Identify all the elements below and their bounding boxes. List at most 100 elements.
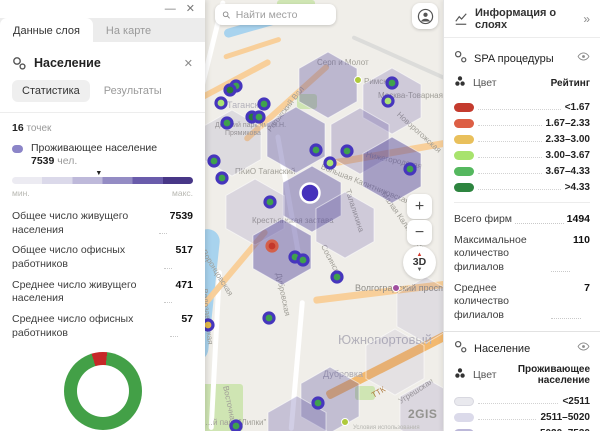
map-point[interactable] [231, 421, 241, 431]
color-label: Цвет [473, 369, 497, 381]
stat-value: 57 [181, 313, 193, 325]
legend-row: 3.00–3.67 [454, 150, 590, 161]
map-point[interactable] [205, 320, 213, 330]
stat-row: Общее число офисных работников517 [12, 244, 193, 271]
subtab-statistics[interactable]: Статистика [12, 80, 90, 102]
layer-cluster-icon [454, 50, 467, 68]
search-icon [222, 10, 231, 20]
stat-label: Среднее число офисных работников [12, 313, 167, 340]
stat-label: Максимальное количество филиалов [454, 234, 548, 275]
minimize-icon[interactable]: — [165, 4, 176, 15]
map-point[interactable] [383, 96, 393, 106]
color-palette-icon [454, 74, 466, 92]
legend-row: <2511 [454, 396, 590, 407]
map-pin[interactable] [301, 184, 320, 203]
map-attribution[interactable]: Условия использования [353, 425, 420, 431]
layer-close-icon[interactable]: ✕ [184, 57, 193, 70]
legend-range-label: 1.67–2.33 [546, 118, 591, 129]
population-donut-chart [64, 352, 142, 430]
close-icon[interactable]: ✕ [186, 4, 195, 15]
map-point[interactable] [298, 255, 308, 265]
stat-value: 1494 [567, 213, 590, 225]
visibility-eye-icon[interactable] [577, 50, 590, 68]
map-point[interactable] [225, 85, 235, 95]
chart-line-icon [454, 12, 468, 26]
layer-section-title: SPA процедуры [474, 53, 570, 65]
collapse-panel-icon[interactable]: » [583, 12, 590, 26]
hex-cell[interactable] [299, 52, 357, 118]
color-label: Цвет [473, 77, 544, 89]
scale-labels: мин.макс. [12, 188, 193, 198]
map-point[interactable] [387, 78, 397, 88]
hex-cell[interactable] [397, 277, 443, 343]
scale-marker[interactable]: ▼ [95, 170, 102, 177]
stat-value: 7539 [170, 210, 193, 222]
population-stats-list: Общее число живущего населения 7539 Общее … [12, 210, 193, 340]
stat-value: 110 [573, 234, 590, 246]
layer-section-header: Население [454, 340, 590, 358]
legend-range-label: <2511 [562, 396, 590, 407]
legend-swatch [454, 167, 474, 176]
map-canvas[interactable]: Серп и МолотРимскаяМосква-ТоварнаяНоворо… [205, 0, 443, 431]
legend-row: 3.67–4.33 [454, 166, 590, 177]
map-point[interactable] [217, 173, 227, 183]
profile-button[interactable] [412, 3, 438, 29]
subtab-results[interactable]: Результаты [104, 85, 162, 97]
dotted-leader [515, 223, 564, 224]
zoom-out-button[interactable]: − [407, 220, 432, 245]
legend-row: 2511–5020 [454, 412, 590, 423]
dotted-leader [478, 141, 542, 142]
stat-label: Общее число офисных работников [12, 244, 161, 271]
zoom-in-button[interactable]: + [407, 194, 432, 219]
stat-label: Среднее количество филиалов [454, 282, 548, 323]
metro-icon [393, 285, 400, 292]
search-input[interactable] [236, 9, 329, 21]
map-point[interactable] [216, 98, 226, 108]
stat-row: Максимальное количество филиалов 110 [454, 234, 590, 275]
legend-range-label: 2511–5020 [540, 412, 590, 423]
stat-label: Всего фирм [454, 213, 512, 227]
hex-cell[interactable] [366, 329, 424, 395]
points-count: 16 точек [12, 122, 193, 134]
color-scale[interactable]: ▼ мин.макс. [12, 177, 193, 198]
map-point[interactable] [209, 156, 219, 166]
map-point[interactable] [342, 146, 352, 156]
south-indicator: ▼ [417, 268, 423, 272]
stat-row: Среднее число офисных работников 57 [12, 313, 193, 340]
layer-cluster-icon [454, 340, 467, 358]
map-point[interactable] [264, 313, 274, 323]
legend-swatch [454, 135, 474, 144]
map-point[interactable] [254, 112, 264, 122]
map-point[interactable] [332, 272, 342, 282]
user-icon [417, 8, 434, 25]
map-point[interactable] [311, 145, 321, 155]
map-point[interactable] [222, 118, 232, 128]
map-point[interactable] [405, 164, 415, 174]
map-point[interactable] [313, 398, 323, 408]
legend-swatch [454, 413, 474, 422]
legend-range-label: >4.33 [565, 182, 590, 193]
legend-range-label: <1.67 [565, 102, 590, 113]
color-mapping-row: ЦветРейтинг [454, 74, 590, 92]
dotted-leader [478, 109, 561, 110]
dotted-leader [551, 318, 581, 319]
scale-gradient-bar [12, 177, 193, 184]
tab-on-map[interactable]: На карте [93, 18, 164, 42]
panel-titlebar: — ✕ [0, 0, 205, 18]
layer-title: Население [34, 56, 176, 70]
metro-icon [355, 77, 362, 84]
map-point[interactable] [325, 158, 335, 168]
visibility-eye-icon[interactable] [577, 340, 590, 358]
tab-layer-data[interactable]: Данные слоя [0, 18, 93, 42]
panel-title: Информация о слоях [475, 7, 576, 31]
map-point[interactable] [259, 99, 269, 109]
map-point[interactable] [265, 197, 275, 207]
map-search[interactable] [215, 4, 336, 25]
legend-label: Проживающее население [31, 142, 157, 155]
dotted-leader [478, 173, 542, 174]
legend-swatch [454, 119, 474, 128]
stat-label: Общее число живущего населения [12, 210, 156, 237]
map-point[interactable] [267, 241, 277, 251]
compass-3d-button[interactable]: ▲ 3D ▼ [403, 246, 436, 279]
hex-cell[interactable] [267, 107, 325, 173]
